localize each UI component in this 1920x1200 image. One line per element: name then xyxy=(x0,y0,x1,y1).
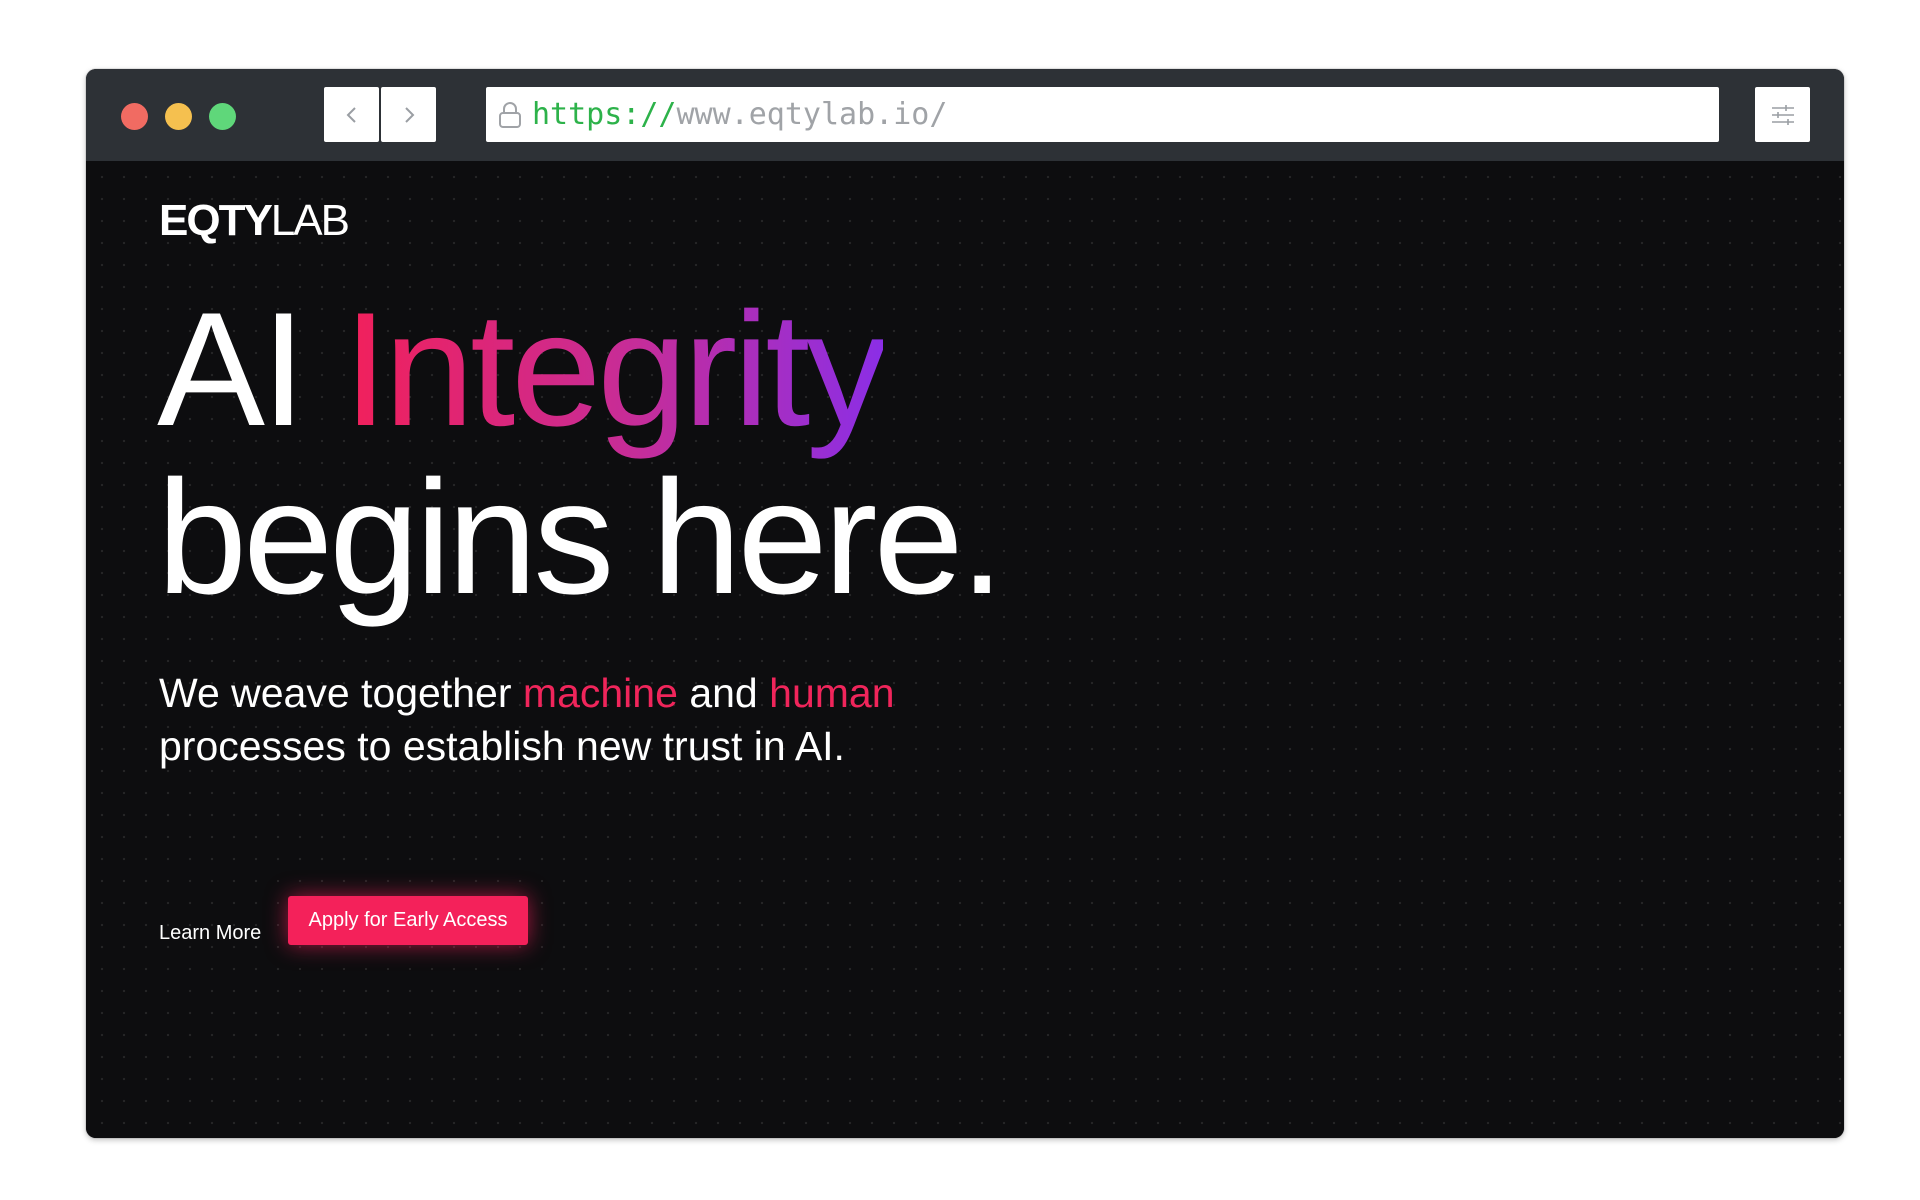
hero-subtitle: We weave together machine and human proce… xyxy=(159,667,895,773)
learn-more-link[interactable]: Learn More xyxy=(159,922,261,945)
sliders-icon xyxy=(1771,104,1794,125)
subtitle-accent-machine: machine xyxy=(522,670,678,716)
page-content: EQTY LAB AI Integrity begins here. We weav… xyxy=(86,161,1844,1138)
subtitle-part1: We weave together xyxy=(159,670,512,716)
apply-early-access-button[interactable]: Apply for Early Access xyxy=(288,896,528,945)
browser-window: https://www.eqtylab.io/ EQTY LAB AI Integ… xyxy=(86,69,1844,1138)
url-host: www.eqtylab.io/ xyxy=(676,97,948,132)
settings-button[interactable] xyxy=(1755,87,1810,142)
logo-bold-text: EQTY xyxy=(159,196,273,245)
subtitle-line-2: processes to establish new trust in AI. xyxy=(159,723,845,769)
logo-light-text: LAB xyxy=(270,196,350,245)
browser-toolbar: https://www.eqtylab.io/ xyxy=(86,69,1844,161)
minimize-window-button[interactable] xyxy=(165,103,192,130)
close-window-button[interactable] xyxy=(121,103,148,130)
chevron-left-icon xyxy=(346,106,356,123)
subtitle-and: and xyxy=(689,670,758,716)
back-button[interactable] xyxy=(324,87,379,142)
headline-word-integrity: Integrity xyxy=(343,279,887,460)
forward-button[interactable] xyxy=(381,87,436,142)
hero-headline: AI Integrity begins here. xyxy=(157,286,1005,622)
headline-line-2: begins here. xyxy=(157,447,1005,628)
url-text: https://www.eqtylab.io/ xyxy=(532,97,947,132)
url-scheme: https:// xyxy=(532,97,677,132)
subtitle-accent-human: human xyxy=(769,670,895,716)
address-bar[interactable]: https://www.eqtylab.io/ xyxy=(486,87,1719,142)
hero-actions: Learn More Apply for Early Access xyxy=(159,896,528,945)
site-logo[interactable]: EQTY LAB xyxy=(159,196,350,245)
chevron-right-icon xyxy=(404,106,414,123)
lock-icon xyxy=(498,100,524,130)
headline-word-ai: AI xyxy=(157,279,306,460)
maximize-window-button[interactable] xyxy=(209,103,236,130)
